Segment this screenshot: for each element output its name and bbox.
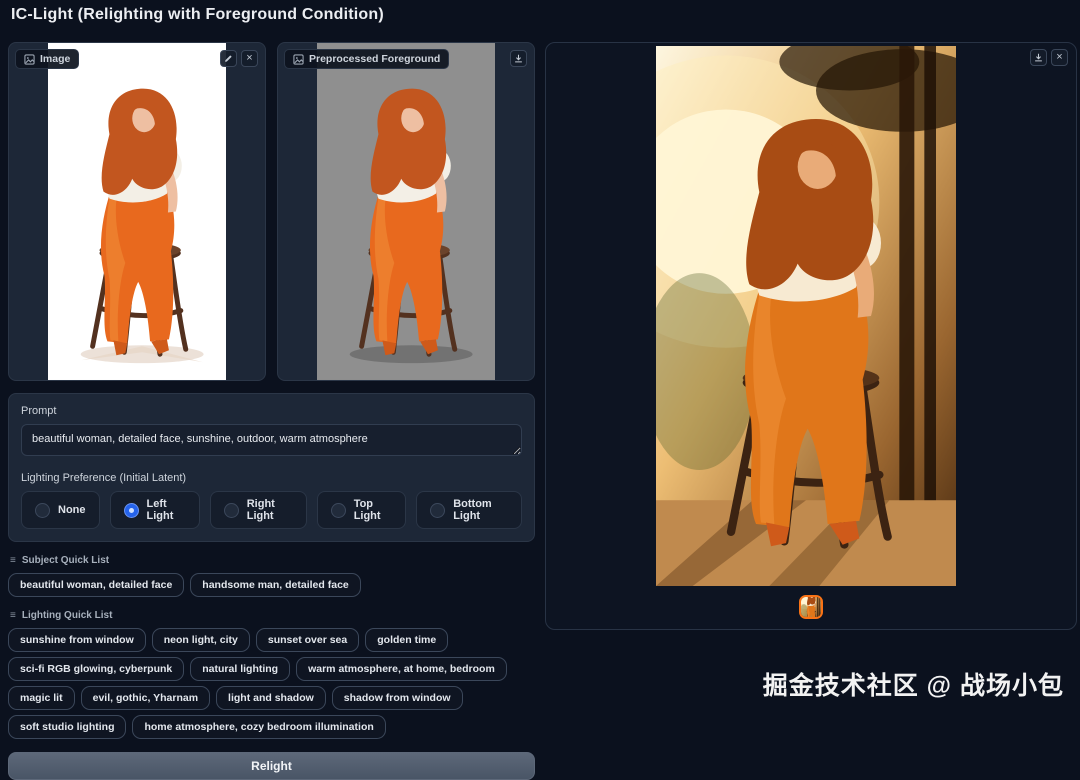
left-column: Image × Preprocesse	[8, 42, 535, 780]
radio-label: Top Light	[354, 498, 393, 522]
lighting-quick-list-header: ≡ Lighting Quick List	[10, 610, 535, 621]
lighting-chip[interactable]: light and shadow	[216, 686, 326, 710]
radio-none[interactable]: None	[21, 491, 100, 529]
input-image-label-chip: Image	[15, 49, 79, 69]
lighting-chip[interactable]: magic lit	[8, 686, 75, 710]
result-image[interactable]	[656, 46, 956, 586]
download-icon	[514, 54, 523, 63]
lighting-preference-radios: None Left Light Right Light Top Light Bo…	[21, 491, 522, 529]
radio-dot	[331, 503, 346, 518]
subject-chip[interactable]: handsome man, detailed face	[190, 573, 360, 597]
lighting-chip[interactable]: natural lighting	[190, 657, 290, 681]
radio-right-light[interactable]: Right Light	[210, 491, 307, 529]
list-icon: ≡	[10, 555, 16, 566]
radio-left-light[interactable]: Left Light	[110, 491, 200, 529]
input-image-label: Image	[40, 53, 70, 65]
radio-dot	[430, 503, 445, 518]
image-icon	[293, 54, 304, 65]
lighting-chip[interactable]: warm atmosphere, at home, bedroom	[296, 657, 507, 681]
close-result-button[interactable]: ×	[1051, 49, 1068, 66]
radio-label: Right Light	[247, 498, 293, 522]
lighting-chip[interactable]: sci-fi RGB glowing, cyberpunk	[8, 657, 184, 681]
download-foreground-button[interactable]	[510, 50, 527, 67]
subject-quick-list-title: Subject Quick List	[22, 555, 109, 566]
page-title: IC-Light (Relighting with Foreground Con…	[11, 6, 384, 24]
radio-dot	[224, 503, 239, 518]
radio-top-light[interactable]: Top Light	[317, 491, 407, 529]
lighting-quick-list-title: Lighting Quick List	[22, 610, 113, 621]
radio-label: None	[58, 504, 86, 516]
relight-button[interactable]: Relight	[8, 752, 535, 780]
radio-label: Left Light	[147, 498, 186, 522]
edit-image-button[interactable]	[220, 50, 237, 67]
lighting-chip[interactable]: home atmosphere, cozy bedroom illuminati…	[132, 715, 385, 739]
subject-chip[interactable]: beautiful woman, detailed face	[8, 573, 184, 597]
close-icon: ×	[246, 53, 252, 64]
prompt-label: Prompt	[21, 405, 522, 417]
foreground-label-chip: Preprocessed Foreground	[284, 49, 449, 69]
download-result-button[interactable]	[1030, 49, 1047, 66]
lighting-chip[interactable]: golden time	[365, 628, 448, 652]
lighting-chip[interactable]: evil, gothic, Yharnam	[81, 686, 210, 710]
input-image-panel[interactable]: Image ×	[8, 42, 266, 381]
radio-dot-selected	[124, 503, 139, 518]
radio-dot	[35, 503, 50, 518]
lighting-chip[interactable]: neon light, city	[152, 628, 250, 652]
clear-image-button[interactable]: ×	[241, 50, 258, 67]
subject-quick-list: beautiful woman, detailed face handsome …	[8, 573, 535, 597]
close-icon: ×	[1056, 52, 1062, 63]
list-icon: ≡	[10, 610, 16, 621]
prompt-input[interactable]: beautiful woman, detailed face, sunshine…	[21, 424, 522, 456]
prompt-group: Prompt beautiful woman, detailed face, s…	[8, 393, 535, 542]
gallery-thumbnail-selected[interactable]	[799, 595, 823, 619]
gallery-thumbnails	[546, 595, 1076, 619]
lighting-chip[interactable]: sunshine from window	[8, 628, 146, 652]
input-image-actions: ×	[220, 50, 258, 67]
foreground-label: Preprocessed Foreground	[309, 53, 440, 65]
foreground-actions	[510, 50, 527, 67]
foreground-image-panel[interactable]: Preprocessed Foreground	[277, 42, 535, 381]
pencil-icon	[224, 54, 233, 63]
lighting-quick-list: sunshine from window neon light, city su…	[8, 628, 535, 739]
lighting-chip[interactable]: sunset over sea	[256, 628, 359, 652]
lighting-chip[interactable]: soft studio lighting	[8, 715, 126, 739]
output-actions: ×	[1030, 49, 1068, 66]
radio-bottom-light[interactable]: Bottom Light	[416, 491, 522, 529]
image-icon	[24, 54, 35, 65]
image-panels-row: Image × Preprocesse	[8, 42, 535, 381]
watermark-text: 掘金技术社区 @ 战场小包	[763, 666, 1064, 702]
lighting-preference-label: Lighting Preference (Initial Latent)	[21, 472, 522, 484]
output-gallery-panel: ×	[545, 42, 1077, 630]
radio-label: Bottom Light	[453, 498, 508, 522]
lighting-chip[interactable]: shadow from window	[332, 686, 463, 710]
subject-quick-list-header: ≡ Subject Quick List	[10, 555, 535, 566]
input-image	[48, 43, 226, 380]
download-icon	[1034, 53, 1043, 62]
foreground-image	[317, 43, 495, 380]
